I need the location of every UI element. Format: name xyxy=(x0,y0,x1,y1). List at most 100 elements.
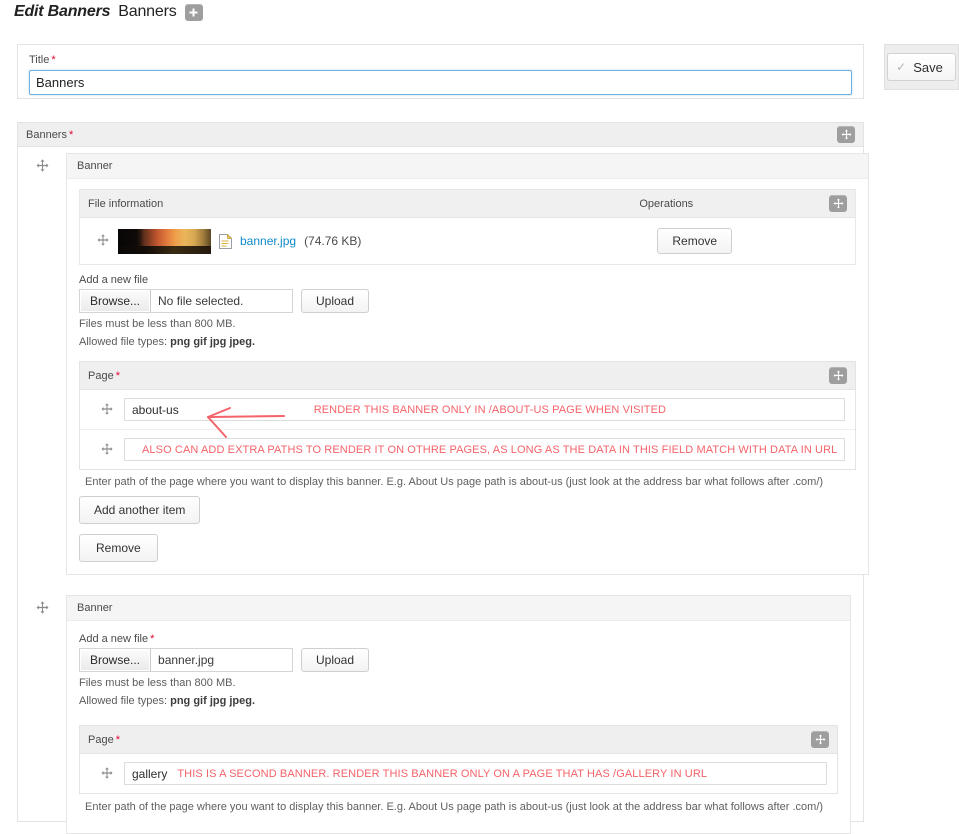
operations-cell: Remove xyxy=(657,228,847,254)
banner-thumbnail xyxy=(118,228,211,254)
file-table-row: banner.jpg (74.76 KB) Remove xyxy=(80,218,856,264)
file-document-icon xyxy=(219,233,233,249)
title-label: Title * xyxy=(29,54,852,66)
drag-handle-icon[interactable] xyxy=(829,367,848,384)
page-rows: about-us RENDER THIS BANNER ONLY IN /ABO… xyxy=(80,390,856,469)
banner-card: Banner File information Operations banne… xyxy=(66,153,870,575)
page-row: gallery THIS IS A SECOND BANNER. RENDER … xyxy=(80,754,837,793)
page-context-title: Edit Banners xyxy=(14,3,111,20)
required-marker: * xyxy=(150,633,155,645)
file-types-hint-prefix: Allowed file types: xyxy=(79,336,168,348)
browse-button[interactable]: Browse... xyxy=(80,649,152,671)
drag-handle-icon[interactable] xyxy=(837,126,855,143)
drag-handle-icon[interactable] xyxy=(88,234,118,248)
required-marker: * xyxy=(51,54,56,66)
file-information-table: File information Operations banner.jpg (… xyxy=(79,189,857,265)
add-new-file-label: Add a new file * xyxy=(79,633,838,645)
file-name-link[interactable]: banner.jpg xyxy=(240,234,296,248)
page-fieldset: Page * xyxy=(79,725,838,794)
file-input-value: banner.jpg xyxy=(158,653,215,667)
page-fieldset-header: Page * xyxy=(80,726,837,754)
check-icon: ✓ xyxy=(896,60,907,74)
banners-fieldset-label-text: Banners xyxy=(26,128,67,141)
banner-card-title: Banner xyxy=(67,154,869,179)
page-fieldset-label-text: Page xyxy=(88,369,114,382)
file-info-cell: banner.jpg (74.76 KB) xyxy=(118,228,657,254)
annotation-text: ALSO CAN ADD EXTRA PATHS TO RENDER IT ON… xyxy=(142,443,838,456)
page-path-input[interactable]: gallery THIS IS A SECOND BANNER. RENDER … xyxy=(124,762,827,785)
banners-fieldset-label: Banners * xyxy=(26,129,73,141)
upload-button[interactable]: Upload xyxy=(301,289,370,313)
add-new-file-label-text: Add a new file xyxy=(79,633,149,645)
remove-banner-button[interactable]: Remove xyxy=(79,534,158,562)
required-marker: * xyxy=(115,369,120,382)
page-fieldset-label-text: Page xyxy=(88,733,114,746)
upload-row: Browse... No file selected. Upload xyxy=(79,289,856,313)
file-types-hint-value: png gif jpg jpeg. xyxy=(170,695,256,707)
drag-handle-icon[interactable] xyxy=(90,402,124,417)
page-header: Edit Banners Banners xyxy=(0,0,959,26)
upload-button[interactable]: Upload xyxy=(301,648,370,672)
save-button[interactable]: ✓ Save xyxy=(887,53,956,81)
banner-card-body: File information Operations banner.jpg (… xyxy=(67,179,868,574)
page-path-input[interactable]: about-us RENDER THIS BANNER ONLY IN /ABO… xyxy=(124,398,846,421)
banner-item-drag-cell[interactable] xyxy=(18,589,66,616)
page-path-input[interactable]: ALSO CAN ADD EXTRA PATHS TO RENDER IT ON… xyxy=(124,438,846,461)
title-input[interactable] xyxy=(29,70,852,95)
plus-icon[interactable] xyxy=(184,3,203,21)
file-input[interactable]: Browse... No file selected. xyxy=(79,289,293,313)
drag-handle-icon[interactable] xyxy=(36,159,49,174)
page-fieldset: Page * xyxy=(79,361,857,470)
required-marker: * xyxy=(115,733,120,746)
banner-item-drag-cell[interactable] xyxy=(18,147,66,174)
file-input-value: No file selected. xyxy=(158,294,244,308)
add-another-item-button[interactable]: Add another item xyxy=(79,496,201,524)
file-types-hint-value: png gif jpg jpeg. xyxy=(170,336,256,348)
file-input[interactable]: Browse... banner.jpg xyxy=(79,648,293,672)
page-fieldset-label: Page * xyxy=(88,734,120,746)
drag-handle-icon[interactable] xyxy=(36,601,49,616)
operations-header-label: Operations xyxy=(639,197,694,210)
page-path-value: gallery xyxy=(132,766,168,781)
banner-card: Banner Add a new file * Browse... banner.… xyxy=(66,595,851,834)
file-information-header: File information xyxy=(88,197,164,210)
title-label-text: Title xyxy=(29,54,50,66)
page-path-value: about-us xyxy=(132,402,179,417)
file-table-header-row: File information Operations xyxy=(80,190,856,218)
page-title: Banners xyxy=(118,3,177,20)
file-size-hint: Files must be less than 800 MB. xyxy=(79,318,236,330)
drag-handle-icon[interactable] xyxy=(90,766,124,781)
add-new-file-label: Add a new file xyxy=(79,274,856,286)
page-help-text: Enter path of the page where you want to… xyxy=(85,801,824,813)
annotation-text: THIS IS A SECOND BANNER. RENDER THIS BAN… xyxy=(177,767,708,780)
page-row: ALSO CAN ADD EXTRA PATHS TO RENDER IT ON… xyxy=(80,430,855,469)
upload-row: Browse... banner.jpg Upload xyxy=(79,648,838,672)
page-row: about-us RENDER THIS BANNER ONLY IN /ABO… xyxy=(80,390,856,430)
drag-handle-icon[interactable] xyxy=(811,731,829,748)
banner-card-body: Add a new file * Browse... banner.jpg Upl… xyxy=(67,621,850,833)
page-help-text: Enter path of the page where you want to… xyxy=(85,476,824,488)
drag-handle-icon[interactable] xyxy=(90,442,124,457)
file-size-label: (74.76 KB) xyxy=(304,234,362,248)
page-rows: gallery THIS IS A SECOND BANNER. RENDER … xyxy=(80,754,837,793)
save-button-label: Save xyxy=(913,59,943,75)
save-panel: ✓ Save xyxy=(884,44,959,90)
page-fieldset-header: Page * xyxy=(80,362,856,390)
banners-fieldset-header: Banners * xyxy=(18,123,863,147)
banners-fieldset: Banners * Banner File information Operat… xyxy=(17,122,870,834)
file-types-hint-prefix: Allowed file types: xyxy=(79,695,168,707)
file-types-hint: Allowed file types: png gif jpg jpeg. xyxy=(79,694,838,708)
drag-handle-icon[interactable] xyxy=(829,195,848,212)
file-types-hint: Allowed file types: png gif jpg jpeg. xyxy=(79,335,856,349)
page-fieldset-label: Page * xyxy=(88,370,120,382)
remove-file-button[interactable]: Remove xyxy=(657,228,733,254)
banner-card-title: Banner xyxy=(67,596,850,621)
annotation-text: RENDER THIS BANNER ONLY IN /ABOUT-US PAG… xyxy=(313,403,667,416)
browse-button[interactable]: Browse... xyxy=(80,290,152,312)
add-new-file-label-text: Add a new file xyxy=(79,274,149,286)
banner-item-row: Banner File information Operations banne… xyxy=(18,147,870,575)
operations-header: Operations xyxy=(639,198,829,210)
title-fieldset: Title * xyxy=(17,44,864,99)
required-marker: * xyxy=(68,128,74,141)
banner-item-row: Banner Add a new file * Browse... banner.… xyxy=(18,589,863,834)
